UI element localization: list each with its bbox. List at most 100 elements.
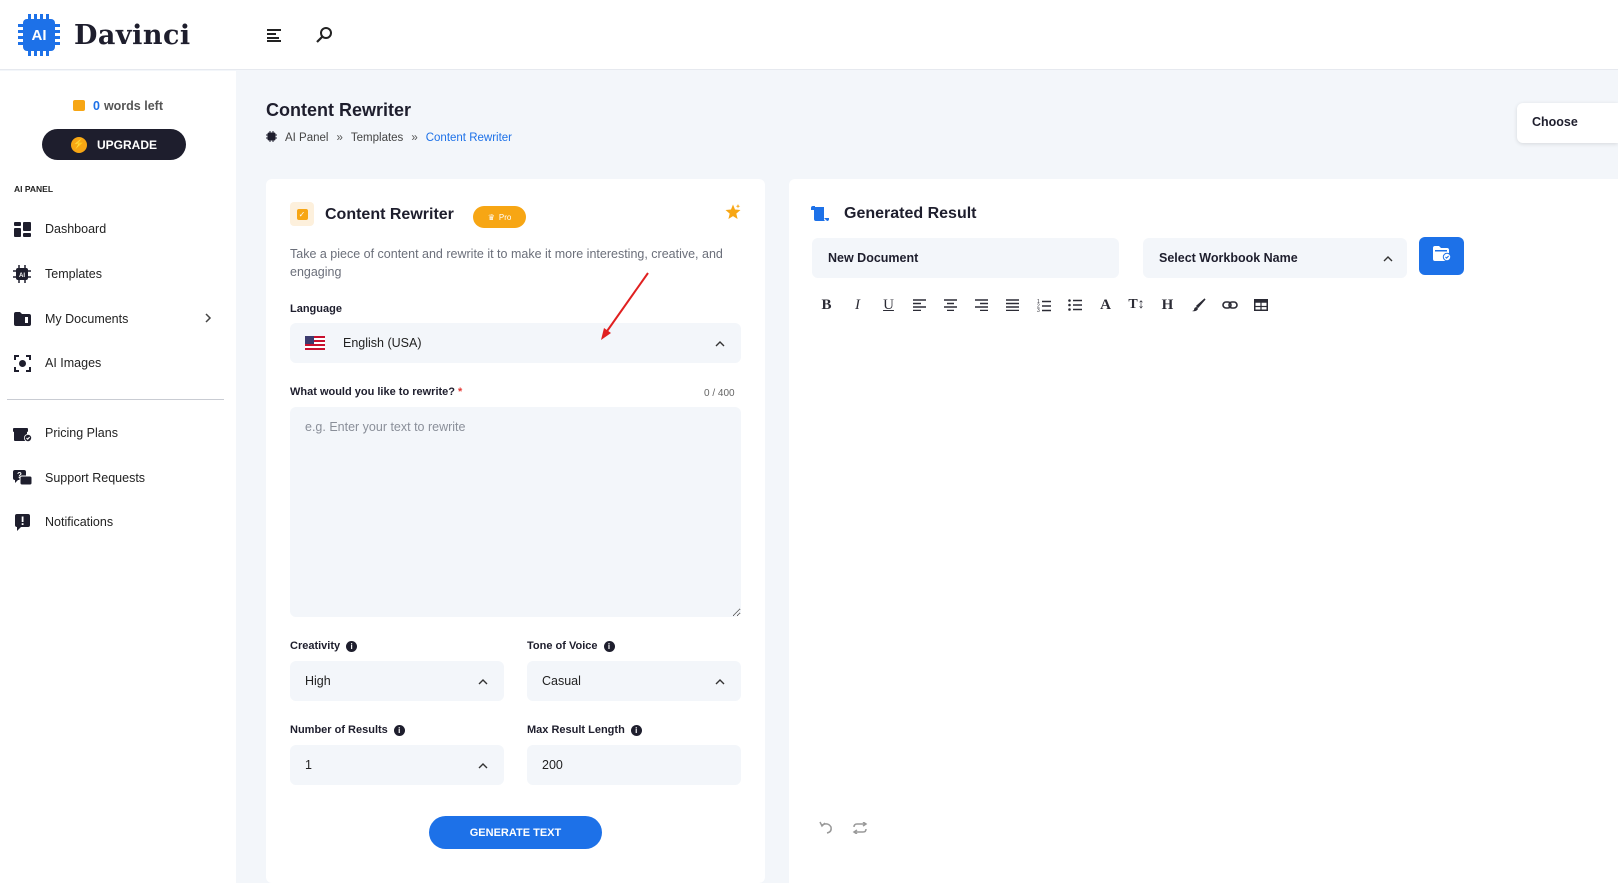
bullet-list-icon[interactable] — [1059, 294, 1090, 316]
bold-icon[interactable]: B — [811, 294, 842, 316]
save-document-icon — [1431, 245, 1453, 267]
sidebar-item-dashboard[interactable]: Dashboard — [12, 214, 224, 244]
rewrite-textarea[interactable] — [290, 407, 741, 617]
sidebar-item-ai-images[interactable]: AI Images — [12, 348, 224, 378]
breadcrumb-separator: » — [411, 132, 418, 144]
language-value: English (USA) — [343, 336, 422, 350]
breadcrumb-ai-panel[interactable]: AI Panel — [285, 132, 328, 144]
favorite-star-icon[interactable] — [725, 204, 741, 225]
generate-text-button[interactable]: GENERATE TEXT — [429, 816, 602, 849]
result-title: Generated Result — [844, 205, 977, 222]
info-icon[interactable]: i — [393, 724, 405, 736]
required-asterisk: * — [458, 386, 463, 398]
breadcrumb-separator: » — [336, 132, 343, 144]
gift-box-icon — [12, 423, 32, 443]
info-icon[interactable]: i — [630, 724, 642, 736]
camera-icon — [12, 353, 32, 373]
app-logo[interactable]: AI Davinci — [18, 14, 191, 56]
max-length-input[interactable]: 200 — [527, 745, 741, 785]
save-document-button[interactable] — [1419, 237, 1464, 275]
choose-button[interactable]: Choose — [1517, 103, 1618, 143]
max-length-label-text: Max Result Length — [527, 724, 625, 736]
form-title: Content Rewriter — [325, 206, 454, 223]
chevron-up-icon — [478, 758, 488, 772]
alert-message-icon — [12, 512, 32, 532]
sidebar-item-notifications[interactable]: Notifications — [12, 507, 224, 537]
upgrade-label: UPGRADE — [96, 137, 157, 152]
sidebar-divider — [7, 399, 224, 400]
info-icon[interactable]: i — [346, 640, 358, 652]
folder-icon — [12, 309, 32, 329]
template-form-card: ✓ Content Rewriter ♛ Pro Take a piece of… — [266, 179, 765, 883]
sidebar-item-label: Notifications — [45, 515, 114, 529]
character-counter: 0 / 400 — [704, 388, 735, 399]
pro-badge: ♛ Pro — [473, 206, 526, 228]
sidebar-item-my-documents[interactable]: My Documents — [12, 304, 224, 334]
info-icon[interactable]: i — [603, 640, 615, 652]
align-left-icon[interactable] — [904, 294, 935, 316]
creativity-label: Creativity i — [290, 640, 358, 652]
words-count: 0 — [93, 99, 100, 113]
heading-icon[interactable]: H — [1152, 294, 1183, 316]
words-left: 0 words left — [0, 99, 236, 113]
text-size-icon[interactable]: T↕ — [1121, 294, 1152, 316]
sidebar-item-support-requests[interactable]: ? Support Requests — [12, 463, 224, 493]
upgrade-button[interactable]: ⚡ UPGRADE — [42, 129, 186, 160]
rewriter-template-icon: ✓ — [290, 202, 314, 226]
brush-icon[interactable] — [1183, 294, 1214, 316]
editor-toolbar: B I U 123 A T↕ H — [811, 294, 1276, 316]
creativity-label-text: Creativity — [290, 640, 341, 652]
menu-toggle-icon[interactable] — [263, 24, 285, 46]
max-length-value: 200 — [542, 758, 563, 772]
top-bar: AI Davinci — [0, 0, 1618, 70]
creativity-value: High — [305, 674, 331, 688]
results-select[interactable]: 1 — [290, 745, 504, 785]
tone-label-text: Tone of Voice — [527, 640, 598, 652]
results-label-text: Number of Results — [290, 724, 388, 736]
breadcrumb-templates[interactable]: Templates — [351, 132, 403, 144]
table-icon[interactable] — [1245, 294, 1276, 316]
underline-icon[interactable]: U — [873, 294, 904, 316]
logo-badge: AI — [23, 19, 55, 51]
align-justify-icon[interactable] — [997, 294, 1028, 316]
search-icon[interactable] — [313, 24, 335, 46]
sidebar-item-label: Pricing Plans — [45, 426, 118, 440]
sidebar-item-templates[interactable]: AI Templates — [12, 259, 224, 289]
tone-select[interactable]: Casual — [527, 661, 741, 701]
document-name-input[interactable]: New Document — [812, 238, 1119, 278]
language-label-text: Language — [290, 303, 342, 315]
sidebar-item-label: AI Images — [45, 356, 102, 370]
words-label: words left — [103, 99, 163, 113]
sidebar-item-pricing-plans[interactable]: Pricing Plans — [12, 418, 224, 448]
breadcrumb: AI Panel » Templates » Content Rewriter — [266, 131, 512, 145]
scroll-icon — [73, 100, 85, 111]
sidebar: 0 words left ⚡ UPGRADE AI PANEL Dashboard… — [0, 71, 236, 883]
scroll-document-icon — [811, 206, 829, 222]
logo-text: Davinci — [74, 19, 191, 51]
rewrite-label: What would you like to rewrite? * — [290, 386, 462, 398]
italic-icon[interactable]: I — [842, 294, 873, 316]
rewrite-label-text: What would you like to rewrite? — [290, 386, 456, 398]
crown-icon: ♛ — [487, 212, 495, 222]
sidebar-item-label: My Documents — [45, 312, 129, 326]
link-icon[interactable] — [1214, 294, 1245, 316]
align-center-icon[interactable] — [935, 294, 966, 316]
svg-text:?: ? — [17, 471, 22, 480]
align-right-icon[interactable] — [966, 294, 997, 316]
undo-icon[interactable] — [819, 821, 833, 839]
workbook-placeholder: Select Workbook Name — [1159, 251, 1298, 265]
dashboard-icon — [12, 219, 32, 239]
font-color-icon[interactable]: A — [1090, 294, 1121, 316]
language-label: Language — [290, 303, 342, 315]
generated-result-card: Generated Result New Document Select Wor… — [789, 179, 1618, 883]
redo-icon[interactable] — [852, 821, 868, 839]
chevron-right-icon — [205, 312, 212, 326]
page-title: Content Rewriter — [266, 100, 412, 120]
workbook-select[interactable]: Select Workbook Name — [1143, 238, 1407, 278]
chevron-up-icon — [478, 674, 488, 688]
chat-question-icon: ? — [12, 468, 32, 488]
ordered-list-icon[interactable]: 123 — [1028, 294, 1059, 316]
creativity-select[interactable]: High — [290, 661, 504, 701]
breadcrumb-current: Content Rewriter — [425, 132, 513, 144]
language-select[interactable]: English (USA) — [290, 323, 741, 363]
